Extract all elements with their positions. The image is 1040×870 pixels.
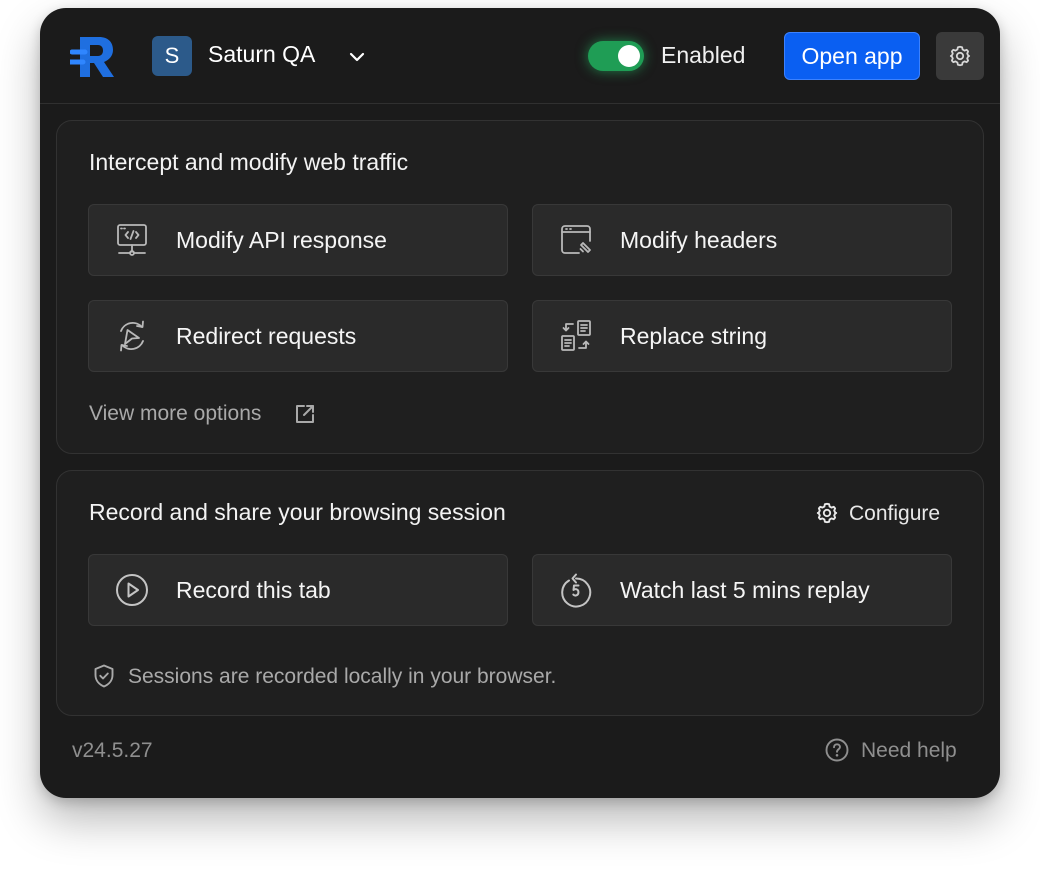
chevron-down-icon[interactable]	[346, 46, 368, 68]
version-label: v24.5.27	[72, 739, 153, 762]
play-circle-icon	[116, 574, 148, 606]
modify-headers-tile[interactable]: Modify headers	[532, 204, 952, 276]
replace-string-icon	[561, 320, 591, 351]
tile-label: Watch last 5 mins replay	[620, 577, 870, 603]
headers-icon	[561, 225, 591, 254]
requestly-logo-icon	[70, 37, 114, 77]
shield-check-icon	[94, 664, 114, 688]
tile-label: Modify headers	[620, 227, 778, 253]
gear-icon	[816, 502, 838, 524]
view-more-options-link[interactable]: View more options	[89, 402, 261, 426]
enabled-toggle[interactable]	[588, 41, 644, 71]
tile-label: Record this tab	[176, 577, 331, 603]
toggle-knob	[618, 45, 640, 67]
configure-label: Configure	[849, 502, 941, 525]
intercept-card: Intercept and modify web traffic Modify …	[56, 120, 984, 454]
workspace-avatar[interactable]: S	[152, 36, 192, 76]
gear-icon	[949, 45, 971, 67]
external-link-icon[interactable]	[293, 402, 317, 426]
extension-popup: S Saturn QA Enabled Open app Intercept a…	[40, 8, 1000, 798]
tile-label: Replace string	[620, 323, 768, 349]
local-recording-note: Sessions are recorded locally in your br…	[128, 665, 557, 688]
record-card: Record and share your browsing session C…	[56, 470, 984, 716]
watch-replay-tile[interactable]: Watch last 5 mins replay	[532, 554, 952, 626]
help-circle-icon	[825, 738, 849, 762]
need-help-label: Need help	[861, 739, 957, 762]
redirect-icon	[120, 320, 144, 352]
tile-label: Modify API response	[176, 227, 387, 253]
header: S Saturn QA Enabled Open app	[40, 8, 1000, 104]
replay-5-icon	[561, 573, 592, 608]
record-this-tab-tile[interactable]: Record this tab	[88, 554, 508, 626]
redirect-requests-tile[interactable]: Redirect requests	[88, 300, 508, 372]
open-app-button[interactable]: Open app	[784, 32, 920, 80]
settings-button[interactable]	[936, 32, 984, 80]
tile-label: Redirect requests	[176, 323, 357, 349]
record-title: Record and share your browsing session	[89, 499, 506, 525]
intercept-title: Intercept and modify web traffic	[89, 149, 409, 175]
api-response-icon	[117, 224, 147, 256]
modify-api-response-tile[interactable]: Modify API response	[88, 204, 508, 276]
enabled-label: Enabled	[661, 42, 746, 68]
workspace-name[interactable]: Saturn QA	[208, 41, 315, 68]
replace-string-tile[interactable]: Replace string	[532, 300, 952, 372]
